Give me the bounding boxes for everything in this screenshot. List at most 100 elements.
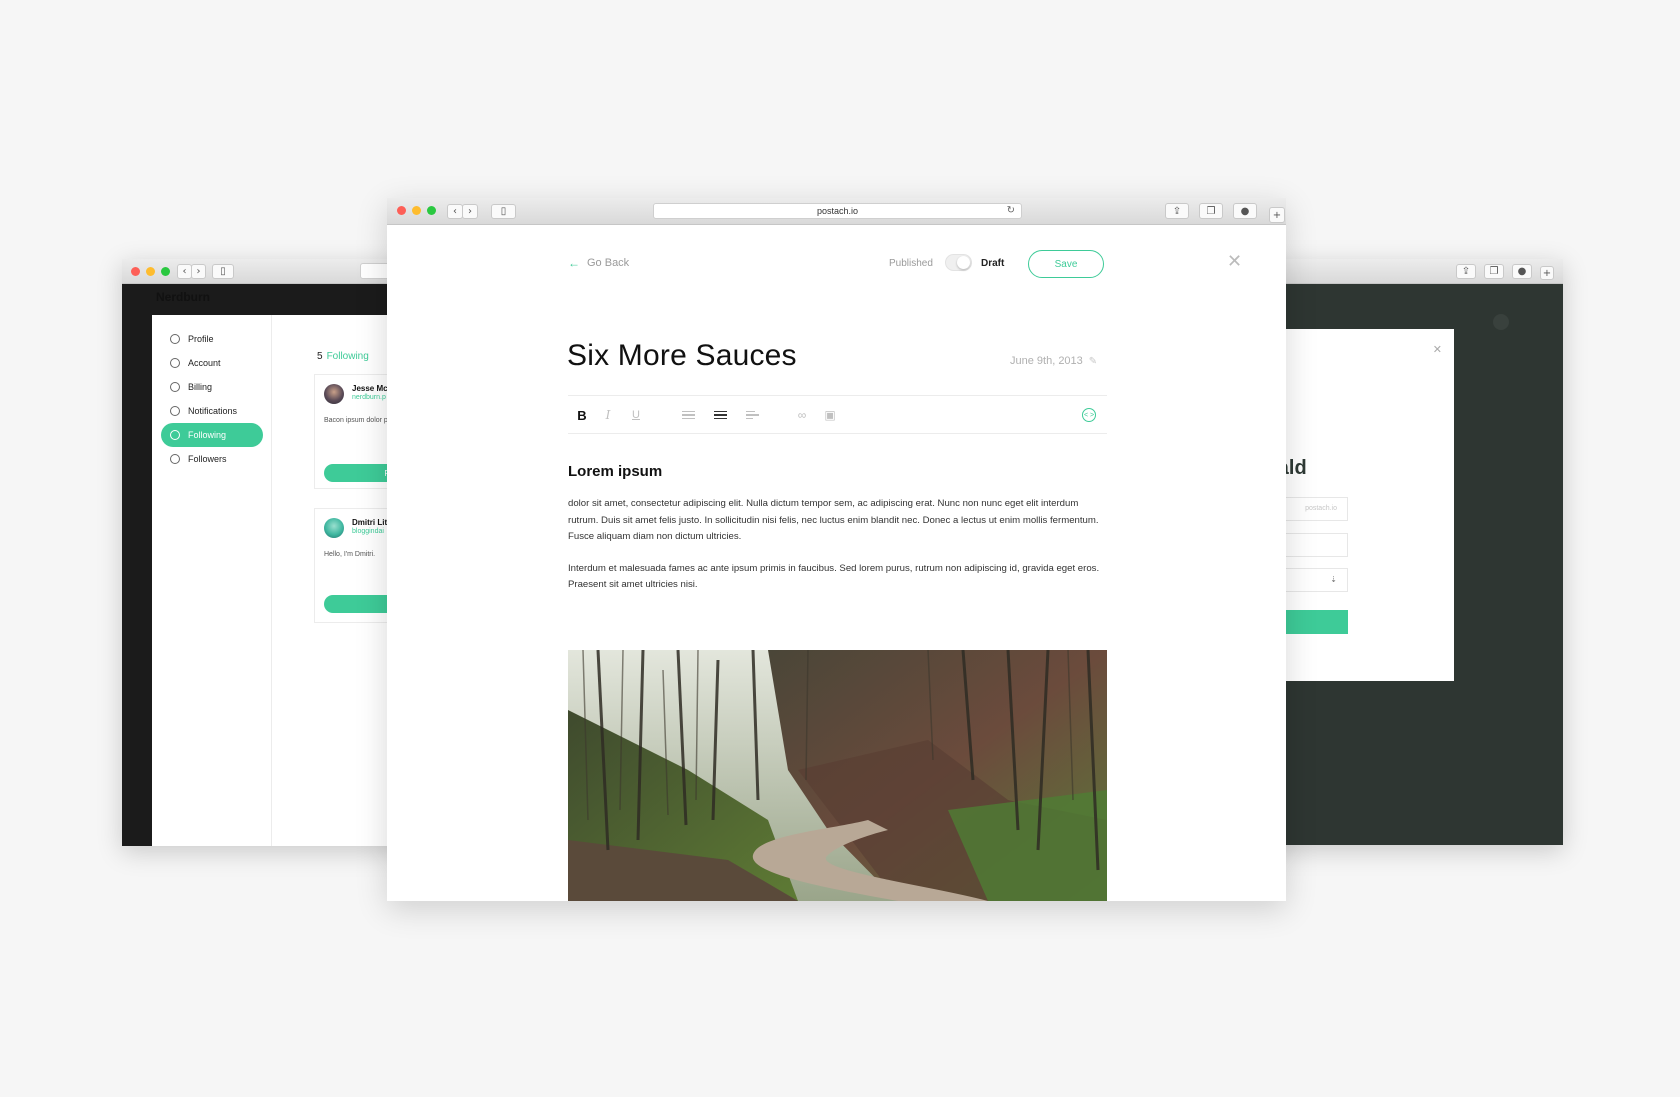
post-image-forest-road <box>568 650 1107 901</box>
forward-button[interactable]: › <box>462 204 478 219</box>
ordered-list-button[interactable] <box>680 407 696 423</box>
bullet-list-icon <box>713 409 727 422</box>
underline-button[interactable]: U <box>628 407 644 423</box>
chevron-right-icon: › <box>468 206 472 217</box>
forest-photo <box>568 650 1107 901</box>
save-button[interactable]: Save <box>1028 250 1104 278</box>
post-date: June 9th, 2013 ✎ <box>1010 355 1097 367</box>
user-icon <box>170 334 180 344</box>
card-handle[interactable]: nerdburn.p <box>352 394 386 401</box>
share-button[interactable]: ⇪ <box>1456 264 1476 279</box>
toggle-knob <box>957 256 970 269</box>
close-window-button[interactable] <box>131 267 140 276</box>
address-bar[interactable]: postach.io ↻ <box>653 203 1022 219</box>
italic-button[interactable]: I <box>600 407 616 423</box>
post-heading: Lorem ipsum <box>568 463 663 480</box>
ordered-list-icon <box>681 409 695 422</box>
domain-suffix: postach.io <box>1305 505 1337 512</box>
url-text: postach.io <box>816 206 859 216</box>
plus-icon: + <box>1272 209 1282 221</box>
share-icon: ⇪ <box>1172 205 1182 217</box>
bold-button[interactable]: B <box>574 407 590 423</box>
link-icon: ∞ <box>797 408 807 422</box>
avatar <box>324 518 344 538</box>
editor-header: ← Go Back Published Draft Save ✕ <box>387 225 1286 295</box>
main-browser-window: ‹ › ▯ postach.io ↻ ⇪ ❐ ● + ← Go Back Pub… <box>387 198 1286 901</box>
post-paragraph: dolor sit amet, consectetur adipiscing e… <box>568 498 1099 542</box>
share-button[interactable]: ⇪ <box>1165 203 1189 219</box>
download-button[interactable]: ● <box>1512 264 1532 279</box>
close-icon[interactable]: ✕ <box>1227 251 1242 272</box>
tabs-icon: ❐ <box>1206 205 1216 217</box>
html-view-button[interactable]: < > <box>1082 408 1096 422</box>
post-paragraph: Interdum et malesuada fames ac ante ipsu… <box>568 562 1100 591</box>
back-button[interactable]: ‹ <box>177 264 192 279</box>
main-browser-chrome: ‹ › ▯ postach.io ↻ ⇪ ❐ ● + <box>387 198 1286 225</box>
card-name: Jesse Mc <box>352 384 388 393</box>
download-icon: ● <box>1240 205 1250 217</box>
chevron-left-icon: ‹ <box>453 206 457 217</box>
sidebar-item-profile[interactable]: Profile <box>161 327 263 351</box>
image-button[interactable]: ▣ <box>822 407 838 423</box>
new-tab-button[interactable]: + <box>1269 207 1285 223</box>
window-controls <box>397 206 436 215</box>
sidebar-item-billing[interactable]: Billing <box>161 375 263 399</box>
sidebar-item-label: Account <box>188 358 221 368</box>
close-window-button[interactable] <box>397 206 406 215</box>
sidebar-toggle-button[interactable]: ▯ <box>212 264 234 279</box>
image-icon: ▣ <box>824 408 836 422</box>
post-body[interactable]: Lorem ipsum dolor sit amet, consectetur … <box>568 463 1108 609</box>
close-icon[interactable]: ✕ <box>1433 343 1442 356</box>
card-handle[interactable]: bloggindai <box>352 528 384 535</box>
minimize-window-button[interactable] <box>146 267 155 276</box>
following-count: 5 <box>317 351 323 362</box>
sidebar-item-label: Billing <box>188 382 213 392</box>
post-title[interactable]: Six More Sauces <box>567 339 797 373</box>
bell-icon <box>170 406 180 416</box>
bold-icon: B <box>577 407 587 423</box>
plus-icon: + <box>1542 267 1552 279</box>
tabs-button[interactable]: ❐ <box>1199 203 1223 219</box>
new-tab-button[interactable]: + <box>1540 266 1554 280</box>
share-icon: ⇪ <box>1461 266 1471 277</box>
arrow-left-icon: ← <box>568 256 580 270</box>
minimize-window-button[interactable] <box>412 206 421 215</box>
chevron-right-icon: › <box>196 266 201 277</box>
published-label: Published <box>889 258 933 269</box>
following-heading: 5 Following <box>317 351 369 362</box>
chevron-down-icon: ⇣ <box>1330 575 1337 584</box>
link-button[interactable]: ∞ <box>794 407 810 423</box>
sidebar-item-label: Followers <box>188 454 227 464</box>
go-back-link[interactable]: ← Go Back <box>568 256 629 270</box>
code-icon: < > <box>1083 411 1095 419</box>
editor-toolbar: B I U ∞ ▣ < > <box>568 395 1107 434</box>
sidebar-item-label: Following <box>188 430 227 440</box>
download-button[interactable]: ● <box>1233 203 1257 219</box>
card-name: Dmitri Lit <box>352 518 388 527</box>
settings-sidebar: Profile Account Billing Notifications Fo… <box>152 315 272 846</box>
pencil-icon[interactable]: ✎ <box>1089 356 1097 367</box>
sidebar-item-following[interactable]: Following <box>161 423 263 447</box>
draft-label: Draft <box>981 258 1005 269</box>
sidebar-item-notifications[interactable]: Notifications <box>161 399 263 423</box>
tabs-button[interactable]: ❐ <box>1484 264 1504 279</box>
window-controls <box>131 267 170 276</box>
sidebar-item-followers[interactable]: Followers <box>161 447 263 471</box>
sidebar-item-account[interactable]: Account <box>161 351 263 375</box>
forward-button[interactable]: › <box>191 264 206 279</box>
maximize-window-button[interactable] <box>161 267 170 276</box>
back-button[interactable]: ‹ <box>447 204 463 219</box>
sidebar-item-label: Notifications <box>188 406 238 416</box>
dots-icon <box>170 358 180 368</box>
publish-toggle[interactable] <box>945 254 972 271</box>
post-date-text: June 9th, 2013 <box>1010 355 1083 367</box>
align-button[interactable] <box>744 407 760 423</box>
italic-icon: I <box>605 408 611 422</box>
maximize-window-button[interactable] <box>427 206 436 215</box>
reload-icon[interactable]: ↻ <box>1007 205 1015 216</box>
bullet-list-button[interactable] <box>712 407 728 423</box>
sidebar-toggle-button[interactable]: ▯ <box>491 204 516 219</box>
sidebar-icon: ▯ <box>500 206 507 217</box>
brand-logo: Nerdburn <box>156 290 210 304</box>
avatar <box>324 384 344 404</box>
